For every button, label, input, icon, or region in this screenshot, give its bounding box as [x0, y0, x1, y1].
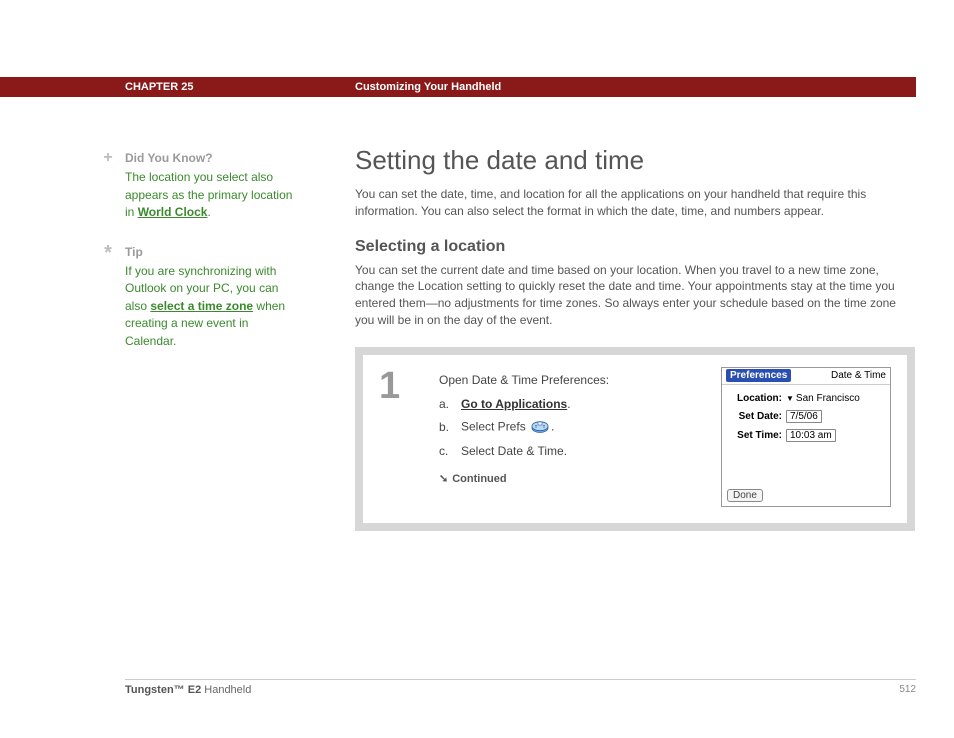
page-footer: Tungsten™ E2 Handheld 512: [125, 679, 916, 696]
step-title: Open Date & Time Preferences:: [439, 373, 711, 387]
preview-time-row: Set Time: 10:03 am: [730, 429, 882, 442]
preview-date-label: Set Date:: [730, 411, 786, 422]
preview-header-title: Date & Time: [831, 370, 886, 381]
substep-a-letter: a.: [439, 397, 461, 411]
section-paragraph: You can set the current date and time ba…: [355, 262, 915, 329]
step-box: 1 Open Date & Time Preferences: a. Go to…: [355, 347, 915, 531]
preview-done-button: Done: [727, 489, 763, 502]
sidebar: + Did You Know? The location you select …: [100, 150, 295, 372]
prefs-icon: [531, 419, 549, 436]
page-title: Setting the date and time: [355, 145, 915, 176]
intro-paragraph: You can set the date, time, and location…: [355, 186, 915, 220]
arrow-down-right-icon: ➘: [439, 472, 448, 485]
substep-c-letter: c.: [439, 444, 461, 458]
chapter-label: CHAPTER 25: [125, 81, 193, 93]
preview-location-label: Location:: [730, 393, 786, 404]
preview-header: Preferences Date & Time: [722, 368, 890, 385]
section-heading: Selecting a location: [355, 238, 915, 256]
asterisk-icon: *: [100, 244, 116, 260]
substep-a: a. Go to Applications.: [439, 397, 711, 411]
footer-page-number: 512: [899, 684, 916, 696]
preview-date-value: 7/5/06: [786, 410, 822, 423]
plus-icon: +: [100, 150, 116, 166]
preview-location-row: Location: ▼ San Francisco: [730, 393, 882, 404]
dropdown-arrow-icon: ▼: [786, 394, 794, 403]
footer-product-rest: Handheld: [201, 684, 251, 696]
preview-location-value: San Francisco: [796, 393, 860, 404]
preview-time-value: 10:03 am: [786, 429, 836, 442]
chapter-header: CHAPTER 25 Customizing Your Handheld: [0, 77, 916, 97]
preview-body: Location: ▼ San Francisco Set Date: 7/5/…: [722, 385, 890, 456]
substep-c: c. Select Date & Time.: [439, 444, 711, 458]
world-clock-link[interactable]: World Clock: [138, 205, 208, 219]
substep-c-text: Select Date & Time.: [461, 444, 567, 458]
preview-tab-label: Preferences: [726, 369, 791, 382]
substep-b: b. Select Prefs: [439, 419, 711, 436]
tip-heading: Tip: [125, 244, 295, 261]
footer-product: Tungsten™ E2 Handheld: [125, 684, 251, 696]
did-you-know-body: The location you select also appears as …: [125, 169, 295, 221]
continued-label: Continued: [452, 473, 506, 485]
main-content: Setting the date and time You can set th…: [355, 145, 915, 531]
continued-indicator: ➘ Continued: [439, 472, 711, 485]
go-to-applications-link[interactable]: Go to Applications: [461, 397, 567, 411]
step-content: Open Date & Time Preferences: a. Go to A…: [439, 367, 711, 507]
preferences-preview: Preferences Date & Time Location: ▼ San …: [721, 367, 891, 507]
substep-b-letter: b.: [439, 420, 461, 434]
footer-product-bold: Tungsten™ E2: [125, 684, 201, 696]
tip-body: If you are synchronizing with Outlook on…: [125, 263, 295, 350]
substep-b-before: Select Prefs: [461, 419, 529, 433]
chapter-title: Customizing Your Handheld: [355, 81, 501, 93]
substep-a-after: .: [567, 397, 570, 411]
substep-b-after: .: [551, 419, 554, 433]
preview-time-label: Set Time:: [730, 430, 786, 441]
dyk-text-after: .: [207, 205, 210, 219]
select-time-zone-link[interactable]: select a time zone: [150, 299, 253, 313]
preview-date-row: Set Date: 7/5/06: [730, 410, 882, 423]
tip-block: * Tip If you are synchronizing with Outl…: [100, 244, 295, 350]
did-you-know-heading: Did You Know?: [125, 150, 295, 167]
step-number: 1: [379, 367, 439, 507]
did-you-know-block: + Did You Know? The location you select …: [100, 150, 295, 222]
